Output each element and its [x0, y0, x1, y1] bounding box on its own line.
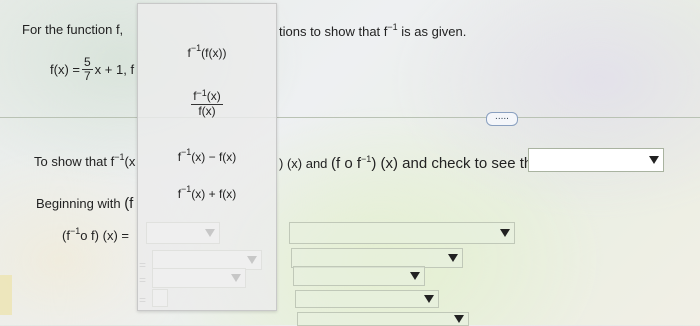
option-1-post: (f(x)): [201, 46, 227, 60]
chevron-down-icon: [448, 254, 458, 262]
begin-label: Beginning with: [36, 196, 121, 211]
function-fraction: 5 7: [81, 55, 93, 83]
intro-right-label: tions to show that f: [279, 24, 388, 39]
option-1-sup: −1: [190, 43, 202, 53]
comp-lhs-tail: o f) (x) =: [80, 228, 129, 243]
option-3-post: (x) − f(x): [191, 150, 237, 164]
popup-option-1[interactable]: f−1(f(x)): [138, 43, 276, 60]
show-middle-label: ) (x) and: [279, 156, 328, 171]
show-left-text: To show that f−1(x: [34, 152, 136, 169]
show-left-sup: −1: [114, 152, 125, 162]
option-2-sup: −1: [196, 88, 207, 98]
popup-option-3[interactable]: f−1(x) − f(x): [138, 147, 276, 164]
chevron-down-icon: [424, 295, 434, 303]
fraction-numerator: 5: [81, 55, 93, 70]
option-2-post: (x): [206, 89, 221, 103]
option-2-numerator: f−1(x): [191, 88, 223, 105]
chevron-down-icon: [454, 315, 464, 323]
intro-text: For the function f,: [22, 22, 123, 37]
composition-answer-dropdown[interactable]: [289, 222, 515, 244]
composition-right-tail: ) (x) and check to see that: [371, 155, 545, 172]
check-dropdown[interactable]: [528, 148, 664, 172]
show-middle-text: ) (x) and (f o f−1) (x) and check to see…: [279, 154, 545, 172]
option-popup-menu: f−1(f(x)) f−1(x) f(x) f−1(x) − f(x) f−1(…: [137, 3, 277, 311]
fraction-denominator: 7: [83, 69, 91, 83]
comp-lhs-open: (f: [62, 228, 70, 243]
intro-label: For the function f,: [22, 22, 124, 37]
function-lhs: f(x) =: [50, 62, 80, 77]
function-rhs: x + 1, f: [94, 62, 135, 77]
composition-right: (f o f: [331, 155, 362, 172]
intro-right-sup: −1: [387, 22, 398, 32]
begin-text: Beginning with (f: [36, 195, 133, 212]
option-2-denominator: f(x): [198, 104, 216, 118]
step-1-answer-dropdown[interactable]: [291, 248, 463, 268]
composition-lhs: (f−1o f) (x) =: [62, 226, 129, 243]
function-definition: f(x) = 5 7 x + 1, f: [50, 56, 134, 83]
intro-right-text: tions to show that f−1 is as given.: [279, 22, 467, 39]
option-4-sup: −1: [181, 184, 192, 194]
option-4-post: (x) + f(x): [191, 187, 237, 201]
popup-option-4[interactable]: f−1(x) + f(x): [138, 184, 276, 201]
step-4-answer-dropdown[interactable]: [297, 312, 469, 326]
option-2-fraction: f−1(x) f(x): [191, 88, 223, 118]
intro-right-tail: is as given.: [401, 24, 467, 39]
expand-more-button[interactable]: .....: [486, 112, 518, 126]
step-2-answer-dropdown[interactable]: [293, 266, 425, 286]
composition-right-sup: −1: [361, 154, 372, 164]
comp-lhs-sup: −1: [69, 226, 81, 236]
chevron-down-icon: [500, 229, 510, 237]
top-divider: [0, 117, 700, 118]
show-left-label: To show that f: [34, 154, 115, 169]
left-edge-marker: [0, 275, 12, 315]
show-left-tail: (x: [124, 154, 136, 169]
chevron-down-icon: [649, 156, 659, 164]
option-3-sup: −1: [181, 147, 192, 157]
begin-paren: (f: [124, 195, 134, 212]
popup-option-2[interactable]: f−1(x) f(x): [138, 88, 276, 118]
chevron-down-icon: [410, 272, 420, 280]
step-3-answer-dropdown[interactable]: [295, 290, 439, 308]
